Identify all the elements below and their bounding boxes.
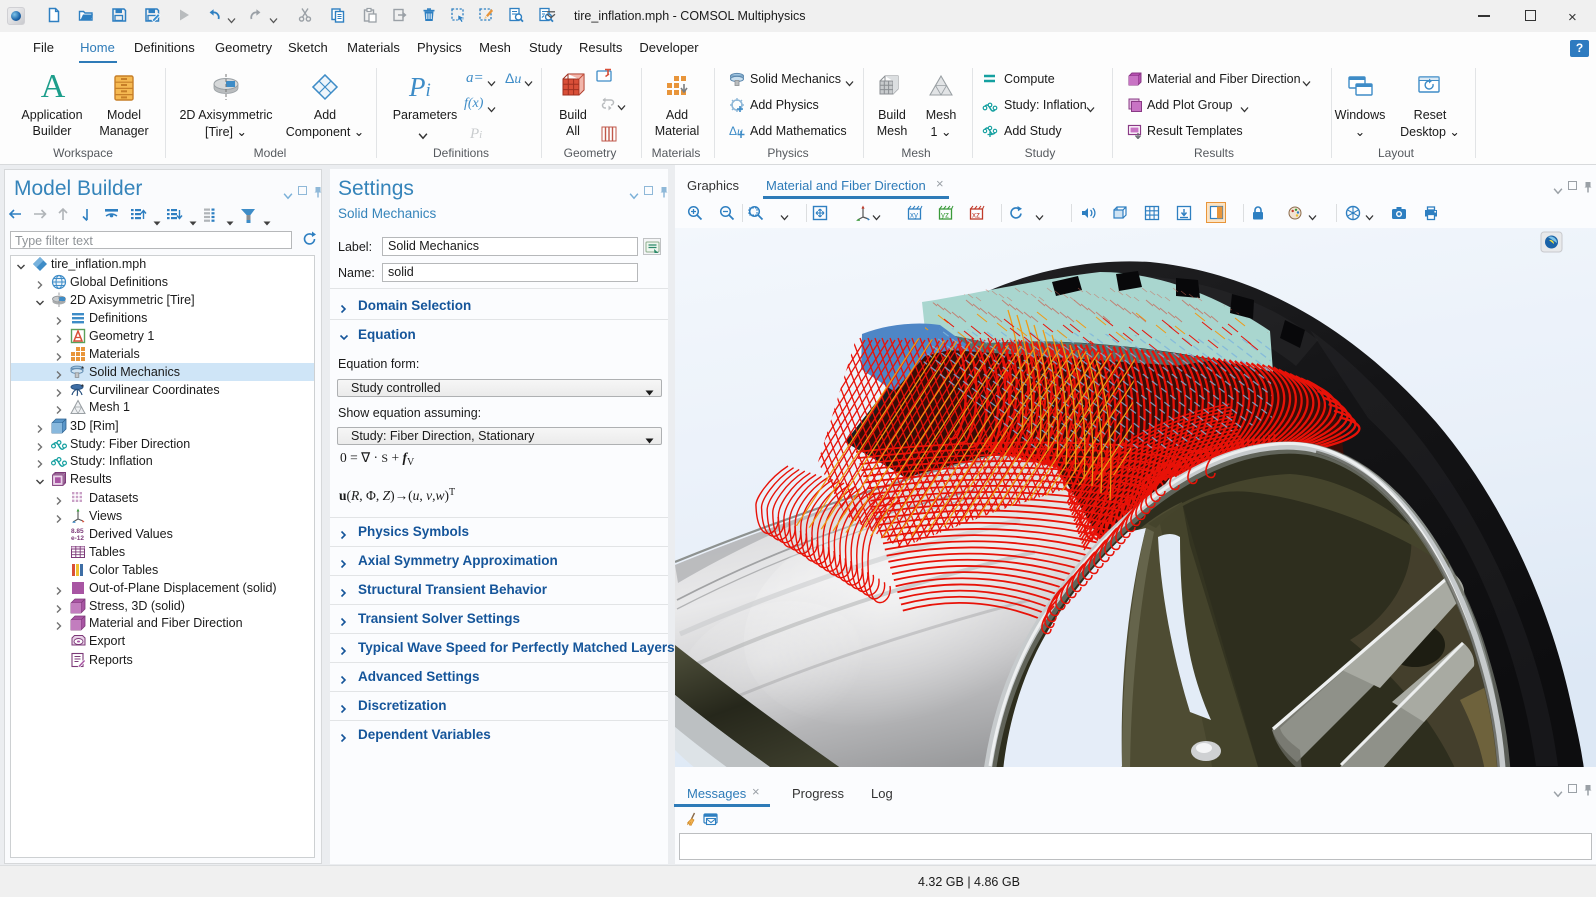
svg-text:8.85: 8.85 bbox=[71, 528, 84, 535]
svg-text:e-12: e-12 bbox=[71, 535, 84, 542]
svg-text:*: * bbox=[81, 383, 84, 392]
svg-text:*: * bbox=[81, 365, 84, 374]
svg-text:xz: xz bbox=[972, 211, 980, 220]
svg-text:xy: xy bbox=[910, 211, 918, 220]
svg-text:yz: yz bbox=[941, 211, 949, 220]
